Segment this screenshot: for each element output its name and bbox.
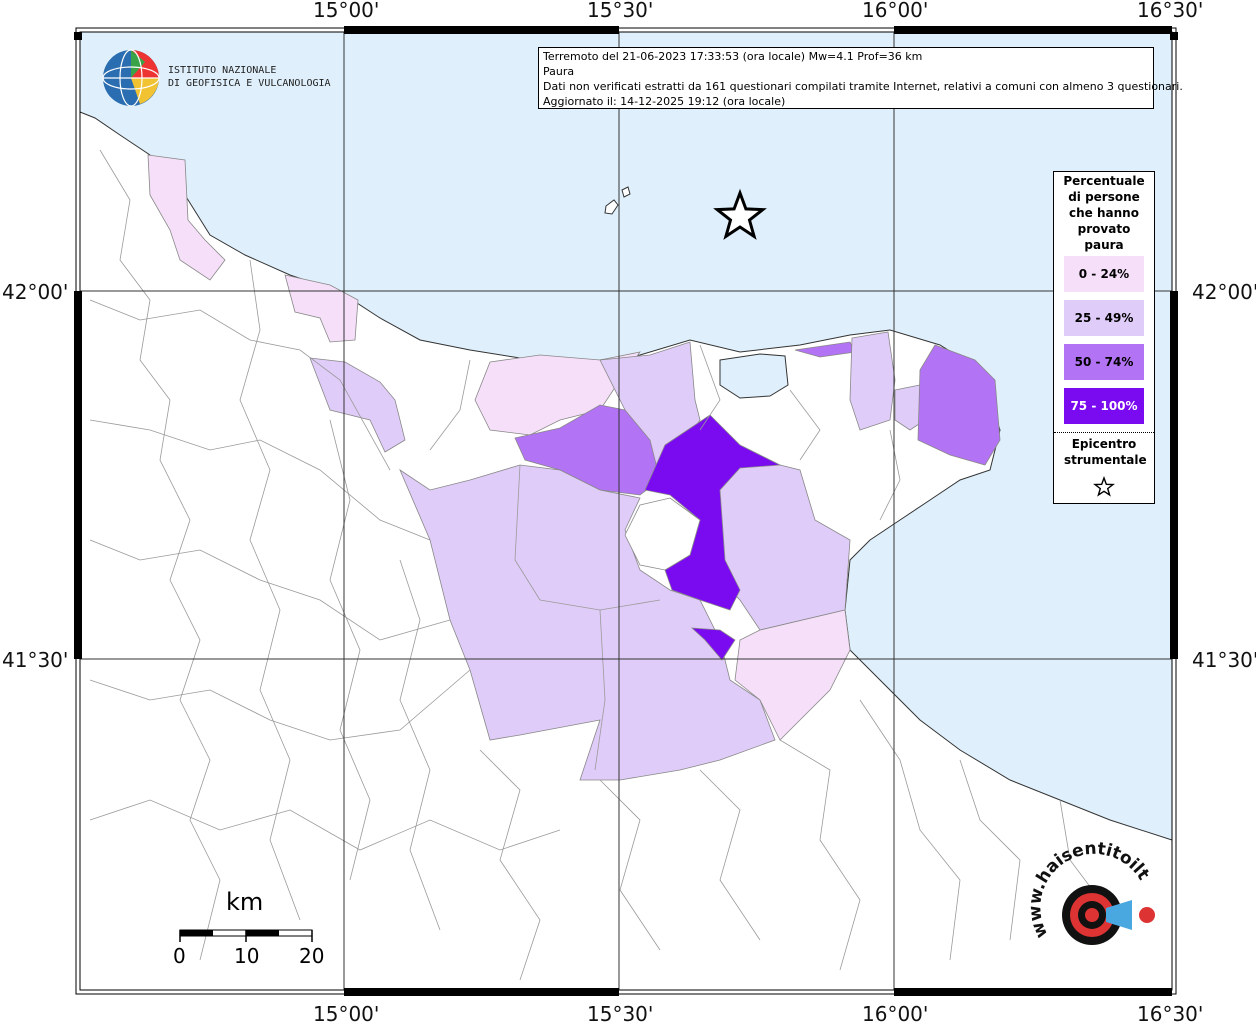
coord-bottom-4: 16°30' bbox=[1137, 1002, 1204, 1026]
legend-epicenter-label: Epicentro strumentale bbox=[1064, 437, 1147, 467]
coord-top-2: 15°30' bbox=[587, 0, 654, 22]
legend-item-75-100: 75 - 100% bbox=[1064, 388, 1144, 424]
event-info-line-3: Dati non verificati estratti da 161 ques… bbox=[543, 80, 1183, 93]
ingv-logo-icon bbox=[102, 49, 160, 107]
logo-line-2: DI GEOFISICA E VULCANOLOGIA bbox=[168, 78, 331, 89]
event-info-box: Terremoto del 21-06-2023 17:33:53 (ora l… bbox=[538, 47, 1183, 109]
ingv-logo-text: ISTITUTO NAZIONALE DI GEOFISICA E VULCAN… bbox=[168, 64, 331, 90]
scale-tick-20: 20 bbox=[299, 944, 325, 968]
coord-top-1: 15°00' bbox=[313, 0, 380, 22]
coord-top-3: 16°00' bbox=[862, 0, 929, 22]
event-info-line-1: Terremoto del 21-06-2023 17:33:53 (ora l… bbox=[543, 50, 923, 63]
zone-lilac-gargano bbox=[849, 331, 896, 431]
logo-line-1: ISTITUTO NAZIONALE bbox=[168, 65, 277, 76]
coord-bottom-1: 15°00' bbox=[313, 1002, 380, 1026]
event-info-line-4: Aggiornato il: 14-12-2025 19:12 (ora loc… bbox=[543, 95, 786, 108]
coord-top-4: 16°30' bbox=[1137, 0, 1204, 22]
event-info-line-2: Paura bbox=[543, 65, 575, 78]
map: www.haisentitoilterremoto.it bbox=[0, 0, 1178, 996]
coord-bottom-2: 15°30' bbox=[587, 1002, 654, 1026]
coord-bottom-3: 16°00' bbox=[862, 1002, 929, 1026]
legend: Percentuale di persone che hanno provato… bbox=[1053, 171, 1155, 504]
legend-star-icon bbox=[1093, 476, 1115, 497]
coord-left-1: 42°00' bbox=[2, 280, 69, 304]
scale-unit: km bbox=[226, 888, 264, 916]
legend-title: Percentuale di persone che hanno provato… bbox=[1063, 174, 1145, 252]
coord-right-2: 41°30' bbox=[1192, 648, 1256, 672]
legend-item-0-24: 0 - 24% bbox=[1064, 256, 1144, 292]
legend-label: 75 - 100% bbox=[1070, 399, 1138, 413]
coord-right-1: 42°00' bbox=[1192, 280, 1256, 304]
legend-item-25-49: 25 - 49% bbox=[1064, 300, 1144, 336]
lake-varano bbox=[719, 353, 789, 399]
legend-divider bbox=[1054, 432, 1154, 433]
coord-left-2: 41°30' bbox=[2, 648, 69, 672]
legend-label: 25 - 49% bbox=[1074, 311, 1134, 325]
legend-label: 0 - 24% bbox=[1078, 267, 1130, 281]
scale-tick-10: 10 bbox=[234, 944, 260, 968]
legend-item-50-74: 50 - 74% bbox=[1064, 344, 1144, 380]
scale-tick-0: 0 bbox=[173, 944, 186, 968]
legend-label: 50 - 74% bbox=[1074, 355, 1134, 369]
